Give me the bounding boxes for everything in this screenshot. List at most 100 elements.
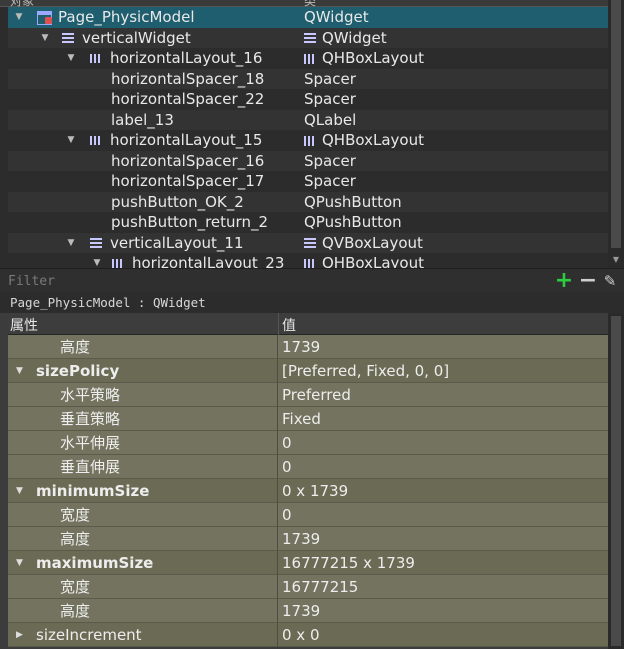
object-name: verticalWidget	[82, 28, 191, 47]
object-tree-row[interactable]: ▼ Page_PhysicModel QWidget	[8, 7, 608, 28]
property-row[interactable]: 水平伸展 0	[8, 431, 608, 455]
object-class: QHBoxLayout	[304, 130, 424, 151]
column-divider	[277, 479, 278, 503]
property-name: 宽度	[60, 506, 91, 524]
object-class-text: Spacer	[304, 90, 356, 108]
property-table-scrollbar[interactable]	[608, 313, 624, 649]
object-name: label_13	[111, 110, 174, 129]
expand-arrow-down-icon[interactable]: ▼	[14, 7, 24, 28]
object-tree-row[interactable]: horizontalSpacer_16 Spacer	[8, 150, 608, 172]
expand-arrow-down-icon[interactable]: ▼	[66, 130, 76, 151]
hbox-icon	[304, 54, 316, 64]
property-value[interactable]: 1739	[282, 527, 320, 551]
hbox-icon	[88, 130, 104, 150]
column-divider	[277, 599, 278, 623]
property-row[interactable]: 宽度 0	[8, 503, 608, 527]
column-divider	[277, 623, 278, 647]
object-class-text: Spacer	[304, 69, 356, 88]
property-name: 水平策略	[60, 386, 121, 404]
property-filter-bar: + − ✎	[0, 268, 624, 292]
property-value[interactable]: [Preferred, Fixed, 0, 0]	[282, 359, 449, 383]
object-tree-row[interactable]: label_13 QLabel	[8, 109, 608, 130]
property-row[interactable]: 高度 1739	[8, 335, 608, 359]
object-class-text: QVBoxLayout	[322, 233, 423, 252]
property-row[interactable]: ▼ sizePolicy [Preferred, Fixed, 0, 0]	[8, 359, 608, 383]
expand-arrow-down-icon[interactable]: ▼	[16, 479, 23, 503]
property-row[interactable]: 水平策略 Preferred	[8, 383, 608, 407]
object-tree-row[interactable]: ▼ horizontalLayout_23 QHBoxLayout	[8, 253, 608, 268]
scrollbar-thumb[interactable]	[611, 316, 621, 646]
expand-arrow-down-icon[interactable]: ▼	[16, 359, 23, 383]
scroll-down-arrow-icon[interactable]: ▼	[608, 255, 624, 264]
object-name: pushButton_OK_2	[111, 192, 244, 211]
expand-arrow-down-icon[interactable]: ▼	[16, 551, 23, 575]
property-value[interactable]: 0 x 0	[282, 623, 320, 647]
object-tree-row[interactable]: ▼ verticalWidget QWidget	[8, 27, 608, 49]
object-name: horizontalSpacer_16	[111, 151, 265, 170]
object-tree-row[interactable]: horizontalSpacer_18 Spacer	[8, 68, 608, 89]
vbox-icon	[304, 237, 316, 249]
object-name: horizontalSpacer_17	[111, 172, 265, 190]
object-class-text: QWidget	[322, 28, 387, 47]
property-row[interactable]: ▼ maximumSize 16777215 x 1739	[8, 551, 608, 575]
object-class: QVBoxLayout	[304, 233, 423, 254]
object-class: Spacer	[304, 151, 356, 172]
object-tree-row[interactable]: horizontalSpacer_17 Spacer	[8, 171, 608, 192]
property-value[interactable]: 0	[282, 503, 292, 527]
column-divider	[277, 431, 278, 455]
property-row[interactable]: ▼ minimumSize 0 x 1739	[8, 479, 608, 503]
hbox-icon	[110, 253, 126, 268]
remove-property-button[interactable]: −	[578, 270, 598, 292]
object-tree-row[interactable]: pushButton_OK_2 QPushButton	[8, 191, 608, 212]
object-name: Page_PhysicModel	[58, 8, 195, 26]
expand-arrow-down-icon[interactable]: ▼	[40, 28, 50, 49]
property-name: minimumSize	[36, 482, 150, 500]
property-value[interactable]: Preferred	[282, 383, 351, 407]
column-header-value[interactable]: 值	[282, 315, 296, 335]
column-divider	[277, 551, 278, 575]
object-class-text: QLabel	[304, 110, 357, 129]
expand-arrow-down-icon[interactable]: ▼	[66, 48, 76, 69]
object-tree-row[interactable]: pushButton_return_2 QPushButton	[8, 212, 608, 233]
object-tree-row[interactable]: ▼ horizontalLayout_15 QHBoxLayout	[8, 130, 608, 151]
property-value[interactable]: Fixed	[282, 407, 321, 431]
object-tree-row[interactable]: ▼ horizontalLayout_16 QHBoxLayout	[8, 48, 608, 69]
property-value[interactable]: 16777215	[282, 575, 358, 599]
object-class: QWidget	[304, 7, 369, 28]
property-editor-header: 属性 值	[8, 313, 608, 335]
property-row[interactable]: 宽度 16777215	[8, 575, 608, 599]
property-row[interactable]: ▶ sizeIncrement 0 x 0	[8, 623, 608, 647]
header-divider[interactable]	[278, 313, 279, 335]
property-row[interactable]: 垂直伸展 0	[8, 455, 608, 479]
object-class: QHBoxLayout	[304, 48, 424, 69]
object-tree-row[interactable]: ▼ verticalLayout_11 QVBoxLayout	[8, 232, 608, 254]
property-value[interactable]: 0	[282, 431, 292, 455]
vbox-icon	[88, 233, 104, 253]
object-class: Spacer	[304, 171, 356, 192]
property-value[interactable]: 0	[282, 455, 292, 479]
property-name: 水平伸展	[60, 434, 121, 452]
object-tree-scrollbar[interactable]: ▼	[608, 0, 624, 268]
scrollbar-thumb[interactable]	[611, 0, 621, 248]
object-name: horizontalSpacer_22	[111, 90, 265, 108]
column-header-property[interactable]: 属性	[10, 315, 38, 335]
property-value[interactable]: 0 x 1739	[282, 479, 348, 503]
expand-arrow-down-icon[interactable]: ▼	[92, 253, 102, 268]
property-value[interactable]: 1739	[282, 335, 320, 359]
configure-wrench-icon[interactable]: ✎	[600, 271, 620, 291]
object-tree-row[interactable]: horizontalSpacer_22 Spacer	[8, 89, 608, 110]
object-inspector-header: 对象 类	[0, 0, 608, 8]
property-name: 垂直伸展	[60, 458, 121, 476]
expand-arrow-down-icon[interactable]: ▼	[66, 233, 76, 254]
add-property-button[interactable]: +	[554, 270, 574, 292]
property-row[interactable]: 垂直策略 Fixed	[8, 407, 608, 431]
property-row[interactable]: 高度 1739	[8, 527, 608, 551]
object-class-text: Spacer	[304, 172, 356, 190]
property-row[interactable]: 高度 1739	[8, 599, 608, 623]
object-tree: ▼ Page_PhysicModel QWidget ▼ verticalWidget Q…	[8, 7, 608, 268]
property-value[interactable]: 1739	[282, 599, 320, 623]
filter-input[interactable]	[8, 271, 548, 291]
property-name: 高度	[60, 602, 91, 620]
expand-arrow-right-icon[interactable]: ▶	[16, 623, 23, 647]
property-value[interactable]: 16777215 x 1739	[282, 551, 415, 575]
